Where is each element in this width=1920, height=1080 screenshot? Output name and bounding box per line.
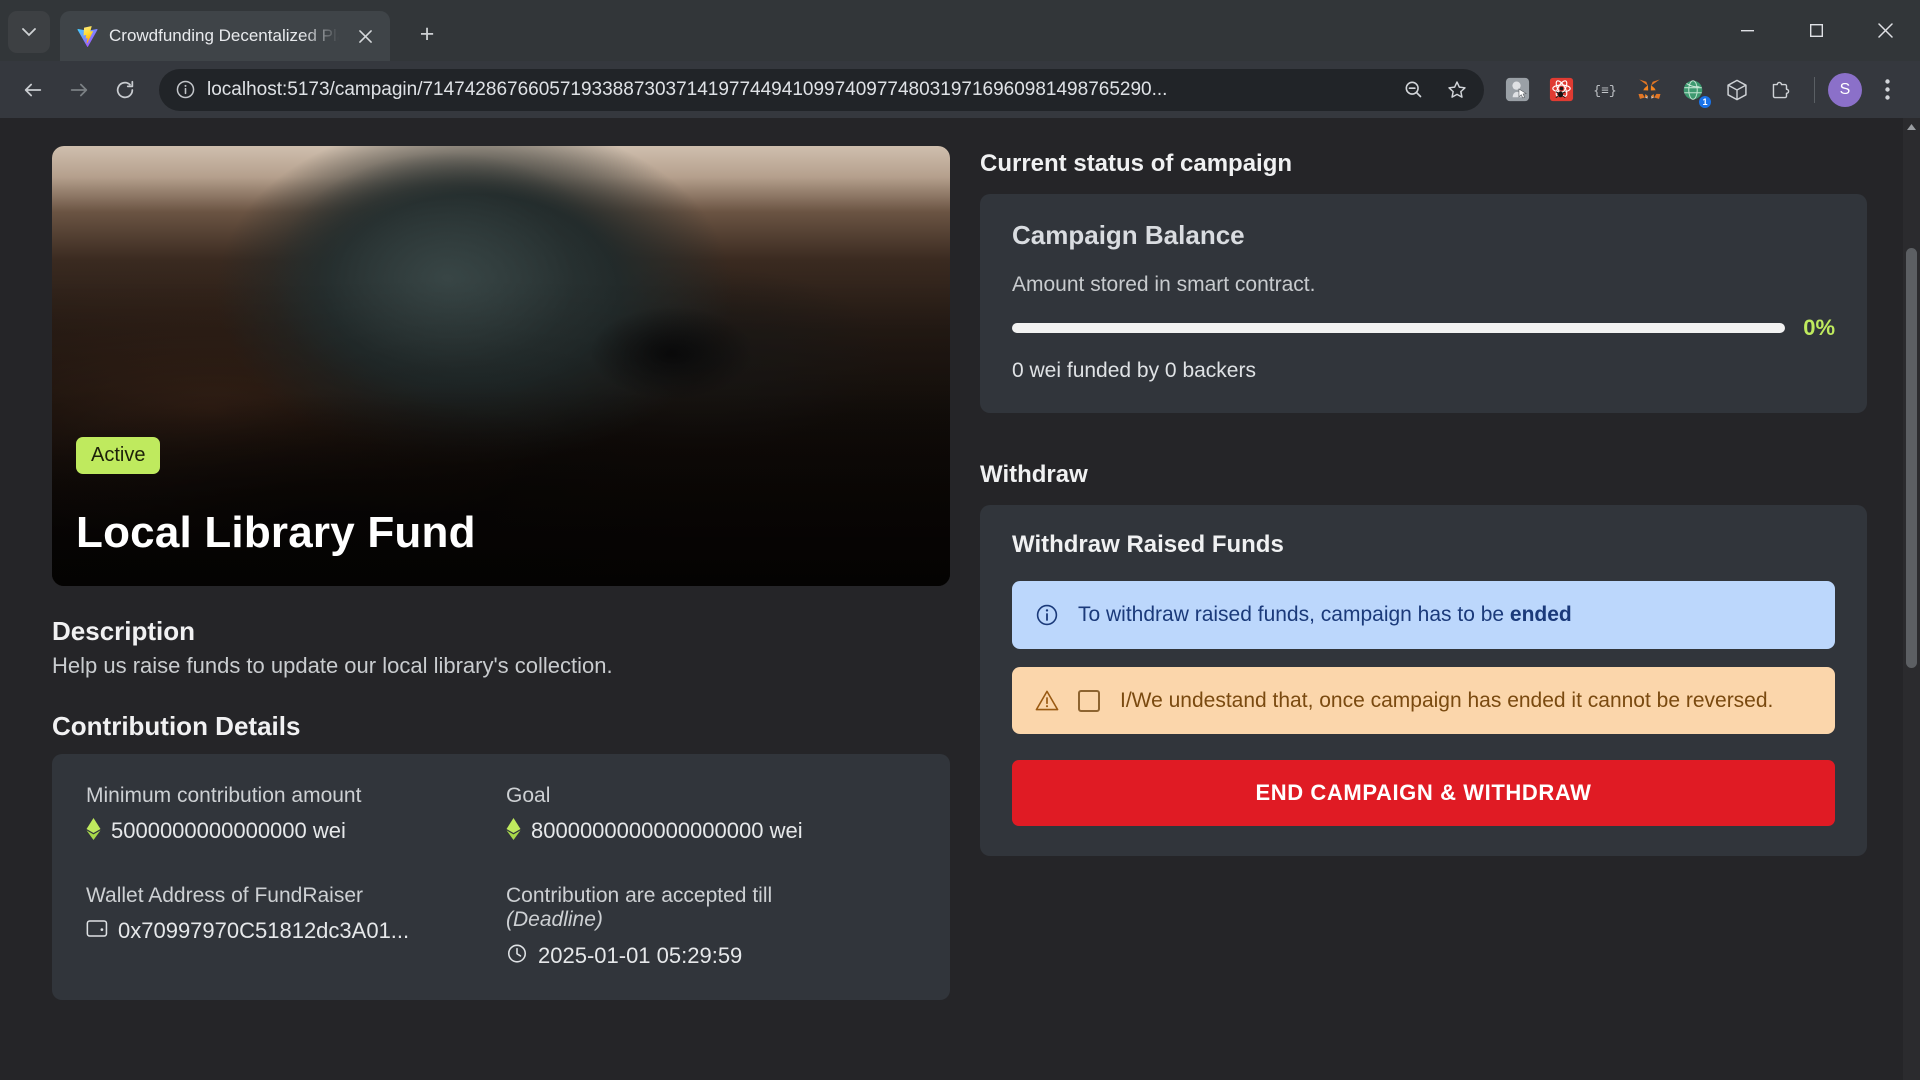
funding-progress-row: 0% <box>1012 315 1835 341</box>
detail-minimum-contribution: Minimum contribution amount 500000000000… <box>86 784 496 844</box>
description-text: Help us raise funds to update our local … <box>52 653 613 678</box>
browser-tab[interactable]: Crowdfunding Decentalized Pla <box>60 11 390 61</box>
detail-value-row: 0x70997970C51812dc3A01... <box>86 918 496 944</box>
campaign-balance-subtitle: Amount stored in smart contract. <box>1012 273 1316 296</box>
detail-value: 2025-01-01 05:29:59 <box>538 943 743 968</box>
toolbar-divider <box>1814 76 1815 103</box>
campaign-balance-card: Campaign Balance Amount stored in smart … <box>980 194 1867 413</box>
new-tab-button[interactable]: + <box>412 19 442 49</box>
detail-value-row: 2025-01-01 05:29:59 <box>506 942 916 970</box>
status-badge[interactable]: Active <box>76 437 161 474</box>
maximize-button[interactable] <box>1782 0 1851 61</box>
tab-search-button[interactable] <box>8 11 50 53</box>
detail-label: Contribution are accepted till (Deadline… <box>506 884 916 932</box>
withdraw-info-text-main: To withdraw raised funds, campaign has t… <box>1078 603 1510 626</box>
bookmark-star-icon[interactable] <box>1440 73 1474 107</box>
package-extension-icon[interactable] <box>1717 70 1757 110</box>
browser-window: Crowdfunding Decentalized Pla + localhos… <box>0 0 1920 1080</box>
warning-triangle-icon <box>1034 689 1060 712</box>
metamask-fox-icon[interactable] <box>1629 70 1669 110</box>
tab-close-button[interactable] <box>350 21 380 51</box>
three-dot-menu-icon[interactable] <box>1866 69 1908 111</box>
back-arrow-icon[interactable] <box>12 69 54 111</box>
detail-value-row: 8000000000000000000 wei <box>506 818 916 844</box>
funding-progress-percent: 0% <box>1803 315 1835 340</box>
page-viewport: Active Local Library Fund Description He… <box>0 118 1920 1080</box>
window-controls <box>1713 0 1920 61</box>
detail-label-italic: (Deadline) <box>506 908 603 931</box>
ethereum-icon <box>506 818 521 844</box>
campaign-hero: Active Local Library Fund <box>52 146 950 586</box>
campaign-balance-title: Campaign Balance <box>1012 220 1245 250</box>
description-heading: Description <box>52 616 196 646</box>
withdraw-warning-alert: I/We undestand that, once campaign has e… <box>1012 666 1835 735</box>
withdraw-info-text: To withdraw raised funds, campaign has t… <box>1078 601 1572 629</box>
detail-value: 5000000000000000 wei <box>111 818 346 843</box>
tab-strip: Crowdfunding Decentalized Pla + <box>0 0 1920 61</box>
contribution-details-heading: Contribution Details <box>52 711 301 741</box>
reload-icon[interactable] <box>104 69 146 111</box>
withdraw-heading: Withdraw <box>980 461 1088 488</box>
end-campaign-withdraw-button[interactable]: END CAMPAIGN & WITHDRAW <box>1012 760 1835 827</box>
address-bar[interactable]: localhost:5173/campagin/7147428676605719… <box>159 68 1484 111</box>
detail-value: 8000000000000000000 wei <box>531 818 803 843</box>
globe-extension-icon[interactable]: 1 <box>1673 70 1713 110</box>
clock-icon <box>506 942 528 970</box>
withdraw-info-alert: To withdraw raised funds, campaign has t… <box>1012 581 1835 649</box>
vite-logo-icon <box>76 25 98 47</box>
info-circle-icon[interactable] <box>173 78 197 102</box>
detail-goal: Goal 8000000000000000000 wei <box>506 784 916 844</box>
ethereum-icon <box>86 818 101 844</box>
browser-toolbar: localhost:5173/campagin/7147428676605719… <box>0 61 1920 118</box>
contribution-details-card: Minimum contribution amount 500000000000… <box>52 754 950 1000</box>
json-viewer-icon[interactable]: {≡} <box>1585 70 1625 110</box>
close-window-button[interactable] <box>1851 0 1920 61</box>
funded-summary-text: 0 wei funded by 0 backers <box>1012 359 1256 382</box>
profile-avatar[interactable]: S <box>1828 72 1862 107</box>
funding-progress-bar <box>1012 323 1786 333</box>
pointer-extension-icon[interactable] <box>1497 70 1537 110</box>
url-text[interactable]: localhost:5173/campagin/7147428676605719… <box>207 79 1386 101</box>
campaign-page: Active Local Library Fund Description He… <box>0 118 1903 1080</box>
detail-label: Minimum contribution amount <box>86 784 362 807</box>
withdraw-card: Withdraw Raised Funds To withdraw raised… <box>980 505 1867 857</box>
minimize-button[interactable] <box>1713 0 1782 61</box>
scroll-up-arrow[interactable] <box>1903 118 1920 135</box>
withdraw-warning-text: I/We undestand that, once campaign has e… <box>1120 688 1774 712</box>
scrollbar-thumb[interactable] <box>1906 248 1917 668</box>
zoom-out-icon[interactable] <box>1396 73 1430 107</box>
current-status-heading: Current status of campaign <box>980 150 1293 177</box>
info-circle-icon <box>1034 603 1060 627</box>
campaign-left-column: Active Local Library Fund Description He… <box>52 146 950 1080</box>
contribution-details-grid: Minimum contribution amount 500000000000… <box>86 784 916 970</box>
withdraw-info-text-bold: ended <box>1509 603 1572 626</box>
wallet-icon <box>86 918 108 944</box>
page-scrollbar[interactable] <box>1903 118 1920 1080</box>
puzzle-icon[interactable] <box>1761 70 1801 110</box>
tab-title: Crowdfunding Decentalized Pla <box>109 26 339 45</box>
withdraw-card-title: Withdraw Raised Funds <box>1012 531 1284 558</box>
svg-text:{≡}: {≡} <box>1593 83 1616 98</box>
detail-label-text: Contribution are accepted till <box>506 884 773 907</box>
detail-value: 0x70997970C51812dc3A01... <box>118 918 410 943</box>
detail-label: Wallet Address of FundRaiser <box>86 884 364 907</box>
forward-arrow-icon[interactable] <box>58 69 100 111</box>
acknowledge-checkbox[interactable] <box>1078 689 1100 712</box>
campaign-right-column: Current status of campaign Campaign Bala… <box>980 146 1867 1080</box>
detail-deadline: Contribution are accepted till (Deadline… <box>506 884 916 970</box>
extension-badge-count: 1 <box>1699 95 1711 108</box>
detail-wallet-address: Wallet Address of FundRaiser 0x70997970C… <box>86 884 496 970</box>
campaign-title: Local Library Fund <box>76 508 476 557</box>
react-devtools-icon[interactable] <box>1541 70 1581 110</box>
detail-value-row: 5000000000000000 wei <box>86 818 496 844</box>
detail-label: Goal <box>506 784 551 807</box>
